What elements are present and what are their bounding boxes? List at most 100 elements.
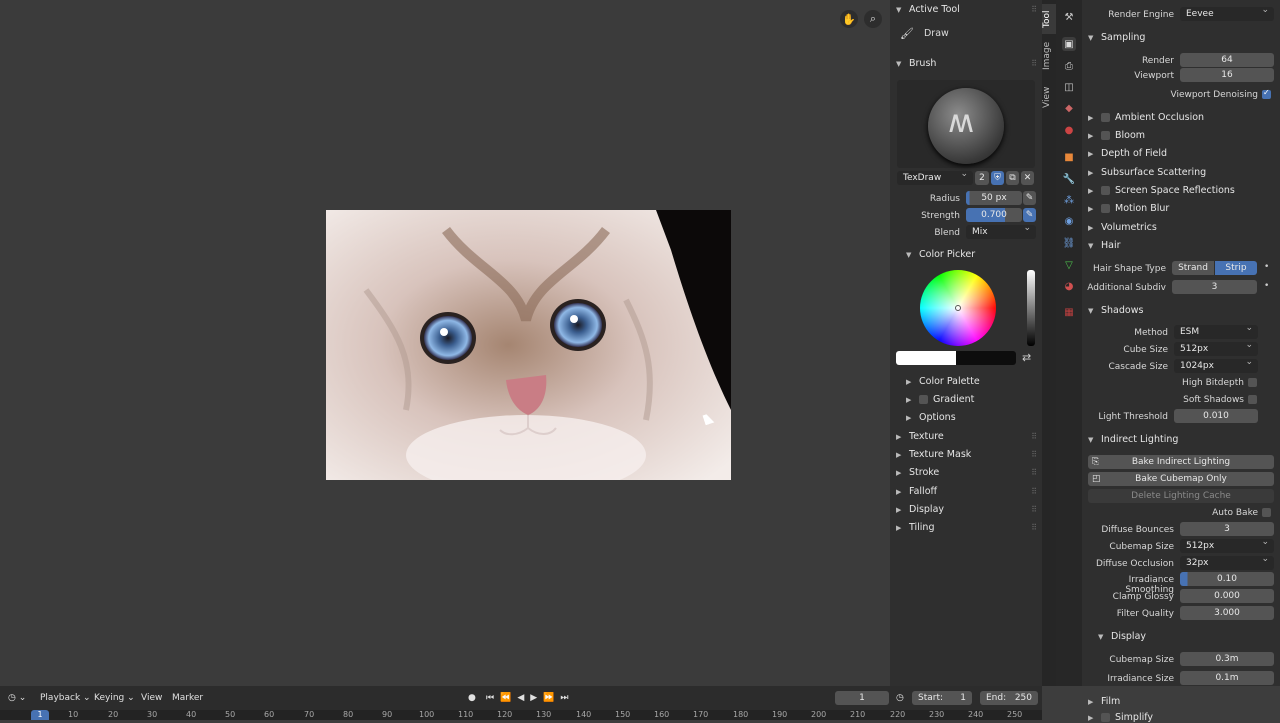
end-frame-field[interactable]: End: 250 — [980, 691, 1038, 705]
gradient-header[interactable]: ▶ Gradient — [906, 394, 974, 405]
subsurface-scattering-header[interactable]: ▶ Subsurface Scattering — [1088, 167, 1206, 178]
color-wheel[interactable] — [920, 270, 996, 346]
play-icon[interactable]: ▶ — [530, 693, 537, 703]
output-properties-icon[interactable]: ⎙ — [1062, 59, 1076, 73]
auto-bake-checkbox[interactable] — [1262, 508, 1271, 517]
shadow-method-dropdown[interactable]: ESM — [1174, 323, 1258, 339]
drag-handle-icon[interactable]: ⠿ — [1031, 59, 1037, 68]
texture-header[interactable]: ▶ Texture — [896, 431, 944, 442]
drag-handle-icon[interactable]: ⠿ — [1031, 468, 1037, 477]
render-engine-dropdown[interactable]: Eevee — [1180, 5, 1274, 21]
radius-field[interactable]: 50 px — [966, 191, 1022, 205]
viewport-denoising-checkbox[interactable] — [1262, 88, 1271, 99]
active-tool-header[interactable]: ▼ Active Tool — [896, 4, 960, 15]
display-irradiance-size-field[interactable]: 0.1m — [1180, 671, 1274, 685]
cat-image-canvas[interactable] — [326, 210, 731, 480]
filter-quality-field[interactable]: 3.000 — [1180, 606, 1274, 620]
render-samples-field[interactable]: 64 — [1180, 53, 1274, 67]
motion-blur-checkbox[interactable] — [1101, 204, 1110, 213]
cascade-size-dropdown[interactable]: 1024px — [1174, 357, 1258, 373]
tab-view[interactable]: View — [1042, 82, 1056, 112]
tiling-header[interactable]: ▶ Tiling — [896, 522, 934, 533]
color-palette-header[interactable]: ▶ Color Palette — [906, 376, 980, 387]
color-wheel-cursor[interactable] — [955, 305, 961, 311]
viewport-samples-field[interactable]: 16 — [1180, 68, 1274, 82]
tool-properties-icon[interactable]: ⚒ — [1062, 10, 1076, 24]
ambient-occlusion-checkbox[interactable] — [1101, 113, 1110, 122]
soft-shadows-checkbox[interactable] — [1248, 395, 1257, 404]
zoom-icon[interactable]: ⌕ — [864, 10, 882, 28]
tab-image[interactable]: Image — [1042, 40, 1056, 74]
duplicate-brush-icon[interactable]: ⧉ — [1006, 171, 1019, 185]
film-header[interactable]: ▶ Film — [1088, 696, 1120, 707]
scene-properties-icon[interactable]: ◆ — [1062, 101, 1076, 115]
preview-range-clock-icon[interactable]: ◷ — [896, 686, 904, 710]
sampling-header[interactable]: ▼ Sampling — [1088, 32, 1145, 43]
high-bitdepth-checkbox[interactable] — [1248, 378, 1257, 387]
drag-handle-icon[interactable]: ⠿ — [1031, 505, 1037, 514]
drag-handle-icon[interactable]: ⠿ — [1031, 487, 1037, 496]
stroke-header[interactable]: ▶ Stroke — [896, 467, 939, 478]
bake-indirect-lighting-button[interactable]: ⎘ Bake Indirect Lighting — [1088, 455, 1274, 469]
depth-of-field-header[interactable]: ▶ Depth of Field — [1088, 148, 1167, 159]
simplify-header[interactable]: ▶ Simplify — [1088, 712, 1153, 723]
hair-strand-toggle[interactable]: Strand — [1172, 261, 1214, 275]
object-properties-icon[interactable]: ■ — [1062, 150, 1076, 164]
options-header[interactable]: ▶ Options — [906, 412, 956, 423]
falloff-header[interactable]: ▶ Falloff — [896, 486, 937, 497]
keyframe-dot-icon[interactable]: • — [1264, 262, 1269, 272]
current-frame-field[interactable]: 1 — [835, 691, 889, 705]
texture-mask-header[interactable]: ▶ Texture Mask — [896, 449, 971, 460]
render-properties-icon[interactable]: ▣ — [1062, 37, 1076, 51]
volumetrics-header[interactable]: ▶ Volumetrics — [1088, 222, 1157, 233]
hair-header[interactable]: ▼ Hair — [1088, 240, 1121, 251]
modifier-wrench-icon[interactable]: 🔧 — [1062, 172, 1076, 186]
light-threshold-field[interactable]: 0.010 — [1174, 409, 1258, 423]
texture-icon[interactable]: ▦ — [1062, 305, 1076, 319]
unlink-brush-icon[interactable]: ✕ — [1021, 171, 1034, 185]
irradiance-smoothing-field[interactable]: 0.10 — [1180, 572, 1274, 586]
brush-users-count[interactable]: 2 — [975, 171, 989, 185]
current-frame-marker[interactable]: 1 — [31, 710, 49, 720]
world-properties-icon[interactable]: ● — [1062, 123, 1076, 137]
pressure-pen-icon[interactable]: ✎ — [1023, 208, 1036, 222]
keying-menu[interactable]: Keying ⌄ — [94, 686, 135, 710]
active-tool-draw[interactable]: 🖌 Draw — [900, 24, 1040, 42]
drag-handle-icon[interactable]: ⠿ — [1031, 5, 1037, 14]
physics-icon[interactable]: ◉ — [1062, 214, 1076, 228]
display-cubemap-size-field[interactable]: 0.3m — [1180, 652, 1274, 666]
swap-colors-icon[interactable]: ⇄ — [1022, 351, 1031, 364]
tab-tool[interactable]: Tool — [1042, 4, 1056, 34]
bloom-header[interactable]: ▶ Bloom — [1088, 130, 1145, 141]
gradient-checkbox[interactable] — [919, 395, 928, 404]
prev-keyframe-icon[interactable]: ⏪ — [500, 693, 511, 703]
keyframe-dot-icon[interactable]: • — [1264, 281, 1269, 291]
delete-lighting-cache-button[interactable]: Delete Lighting Cache — [1088, 489, 1274, 503]
diffuse-bounces-field[interactable]: 3 — [1180, 522, 1274, 536]
additional-subdiv-field[interactable]: 3 — [1172, 280, 1257, 294]
object-data-icon[interactable]: ▽ — [1062, 258, 1076, 272]
play-reverse-icon[interactable]: ◀ — [517, 693, 524, 703]
fake-user-shield-icon[interactable]: ⛨ — [991, 171, 1004, 185]
particles-icon[interactable]: ⁂ — [1062, 193, 1076, 207]
brush-name-field[interactable]: TexDraw — [897, 169, 973, 185]
next-keyframe-icon[interactable]: ⏩ — [543, 693, 554, 703]
playback-menu[interactable]: Playback ⌄ — [40, 686, 91, 710]
drag-handle-icon[interactable]: ⠿ — [1031, 450, 1037, 459]
blend-dropdown[interactable]: Mix — [966, 223, 1036, 239]
indirect-display-header[interactable]: ▼ Display — [1098, 631, 1146, 642]
cube-size-dropdown[interactable]: 512px — [1174, 340, 1258, 356]
jump-end-icon[interactable]: ⏭ — [560, 693, 568, 703]
value-slider[interactable] — [1027, 270, 1035, 346]
pressure-pen-icon[interactable]: ✎ — [1023, 191, 1036, 205]
brush-header[interactable]: ▼ Brush — [896, 58, 936, 69]
display-header[interactable]: ▶ Display — [896, 504, 944, 515]
view-menu[interactable]: View — [141, 686, 162, 710]
cubemap-size-dropdown[interactable]: 512px — [1180, 537, 1274, 553]
strength-field[interactable]: 0.700 — [966, 208, 1022, 222]
drag-handle-icon[interactable]: ⠿ — [1031, 523, 1037, 532]
color-picker-header[interactable]: ▼ Color Picker — [906, 249, 975, 260]
motion-blur-header[interactable]: ▶ Motion Blur — [1088, 203, 1169, 214]
start-frame-field[interactable]: Start: 1 — [912, 691, 972, 705]
shadows-header[interactable]: ▼ Shadows — [1088, 305, 1143, 316]
